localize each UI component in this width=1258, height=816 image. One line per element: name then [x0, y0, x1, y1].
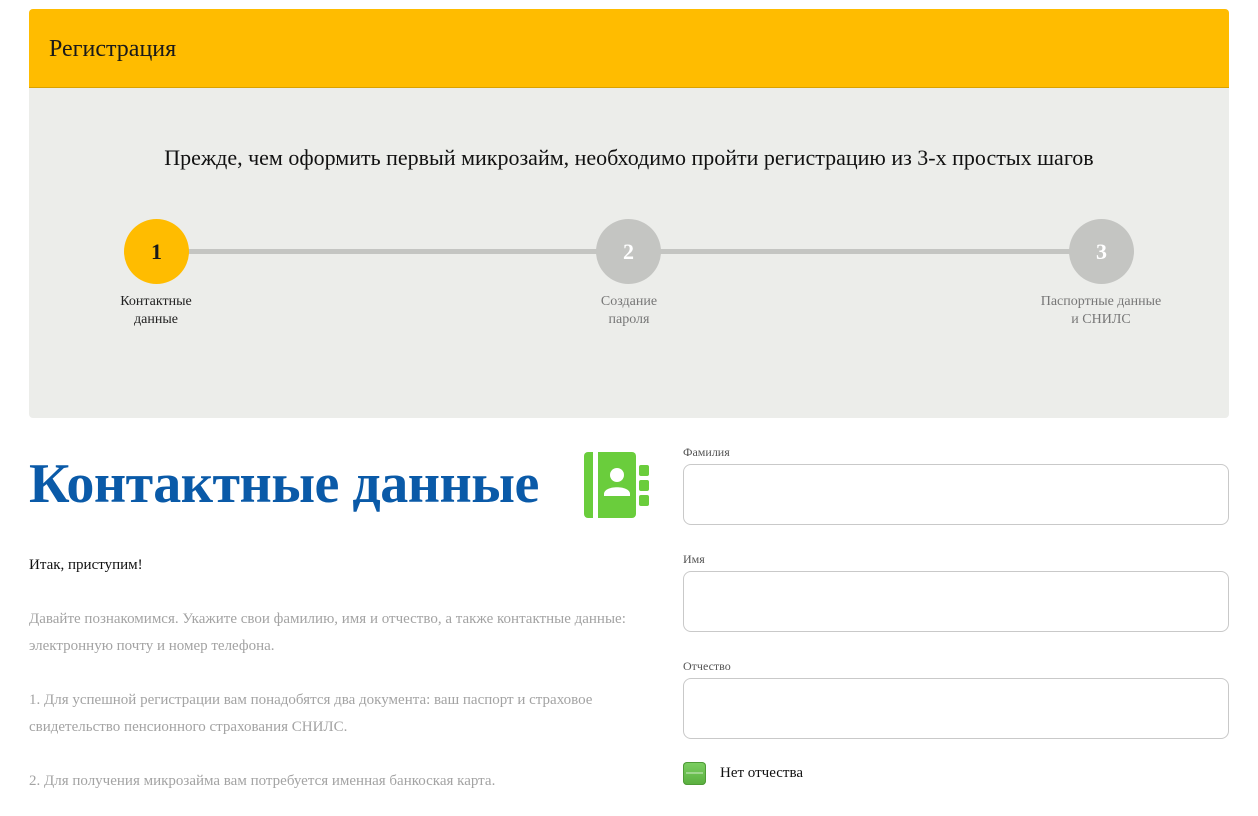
section-title: Контактные данные: [29, 453, 539, 515]
name-input[interactable]: [683, 571, 1229, 632]
step-1-circle: 1: [124, 219, 189, 284]
lead-text: Итак, приступим!: [29, 557, 143, 573]
step-3-label-line2: и СНИЛС: [1071, 312, 1131, 327]
step-3-label-line1: Паспортные данные: [1040, 294, 1162, 309]
panel-title: Регистрация: [49, 36, 177, 62]
description-paragraph-3: 2. Для получения микрозайма вам потребуе…: [29, 773, 496, 789]
patronymic-input[interactable]: [683, 678, 1229, 739]
step-2-label-line2: пароля: [608, 312, 650, 327]
intro-text: Прежде, чем оформить первый микрозайм, н…: [164, 145, 1094, 170]
registration-panel: Регистрация Прежде, чем оформить первый …: [29, 9, 1229, 418]
surname-label: Фамилия: [683, 445, 730, 459]
no-patronymic-checkbox[interactable]: [683, 762, 706, 785]
step-3-circle: 3: [1069, 219, 1134, 284]
step-3-label: Паспортные данные и СНИЛС: [1011, 293, 1191, 329]
name-label: Имя: [683, 552, 705, 566]
step-1-label: Контактные данные: [66, 293, 246, 329]
step-2-label-line1: Создание: [600, 294, 658, 309]
description-paragraph-1: Давайте познакомимся. Укажите свои фамил…: [29, 611, 626, 654]
step-1-label-line1: Контактные: [120, 294, 192, 309]
contact-book-icon: [584, 452, 649, 518]
no-patronymic-label[interactable]: Нет отчества: [720, 765, 803, 782]
panel-header: Регистрация: [29, 9, 1229, 88]
step-1-label-line2: данные: [134, 312, 178, 327]
step-2-label: Создание пароля: [539, 293, 719, 329]
step-2-circle: 2: [596, 219, 661, 284]
patronymic-label: Отчество: [683, 659, 731, 673]
surname-input[interactable]: [683, 464, 1229, 525]
description-paragraph-2: 1. Для успешной регистрации вам понадобя…: [29, 692, 593, 735]
